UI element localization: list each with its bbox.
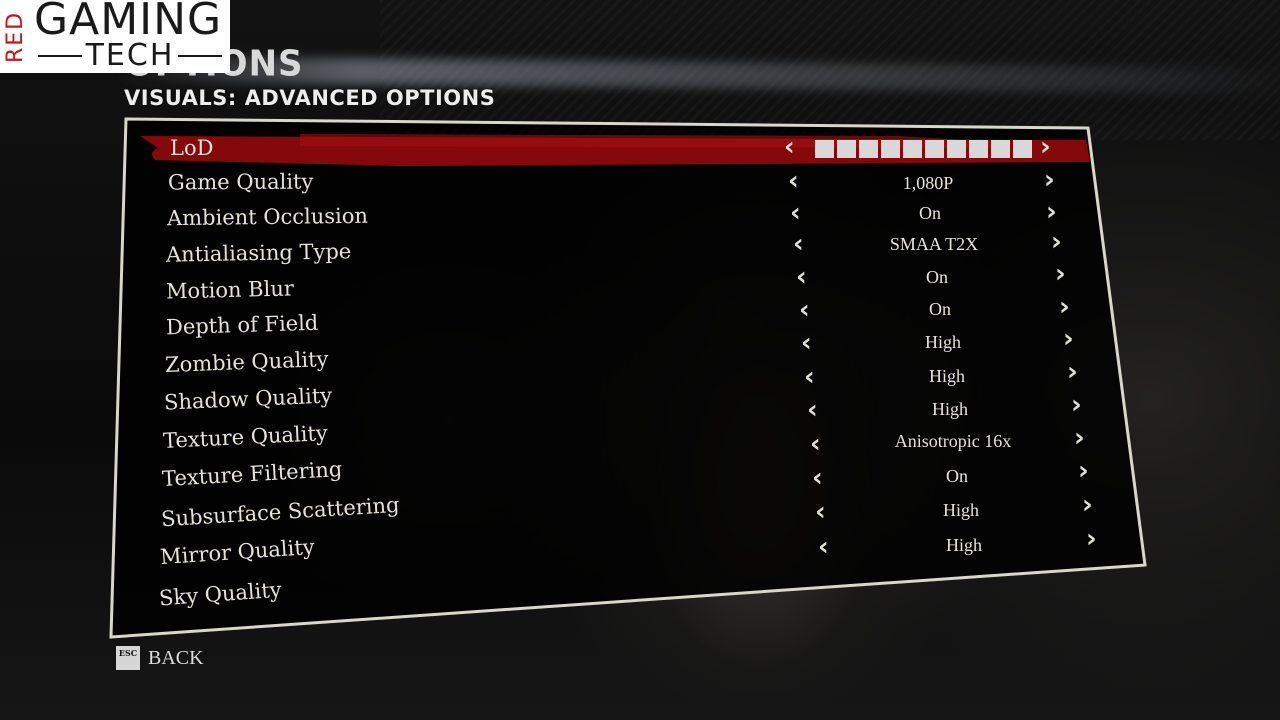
chevron-right-icon[interactable]: ›: [1086, 526, 1097, 552]
setting-value: High: [932, 399, 968, 419]
lod-segment: [837, 140, 856, 158]
menu-subtitle: VISUALS: ADVANCED OPTIONS: [124, 86, 496, 110]
chevron-right-icon[interactable]: ›: [1051, 229, 1062, 255]
setting-value: On: [926, 267, 948, 287]
chevron-left-icon[interactable]: ‹: [799, 297, 810, 323]
chevron-right-icon[interactable]: ›: [1078, 458, 1089, 484]
setting-value: High: [943, 500, 979, 520]
chevron-left-icon[interactable]: ‹: [812, 465, 823, 491]
chevron-right-icon[interactable]: ›: [1059, 294, 1070, 320]
setting-value: On: [919, 203, 941, 223]
chevron-right-icon[interactable]: ›: [1044, 167, 1055, 193]
lod-segment: [903, 140, 922, 158]
logo-red-text: RED: [3, 10, 28, 63]
setting-label[interactable]: Depth of Field: [166, 311, 319, 340]
chevron-right-icon[interactable]: ›: [1046, 199, 1057, 225]
setting-value: On: [929, 299, 951, 319]
chevron-left-icon[interactable]: ‹: [784, 134, 795, 160]
chevron-left-icon[interactable]: ‹: [793, 231, 804, 257]
back-label: BACK: [148, 646, 204, 669]
chevron-left-icon[interactable]: ‹: [788, 168, 799, 194]
setting-label[interactable]: Motion Blur: [166, 276, 294, 303]
lod-segment: [881, 140, 900, 158]
chevron-right-icon[interactable]: ›: [1067, 359, 1078, 385]
lod-segment: [991, 140, 1010, 158]
lod-slider[interactable]: [815, 140, 1032, 158]
logo-line-right: [178, 55, 222, 57]
chevron-right-icon[interactable]: ›: [1082, 492, 1093, 518]
chevron-right-icon[interactable]: ›: [1074, 425, 1085, 451]
setting-value: 1,080P: [902, 173, 954, 193]
lod-segment: [947, 140, 966, 158]
setting-value: On: [946, 466, 968, 486]
setting-value: SMAA T2X: [889, 234, 979, 254]
character-head: [690, 270, 770, 360]
setting-label[interactable]: Ambient Occlusion: [167, 204, 368, 230]
setting-label[interactable]: LoD: [170, 136, 213, 160]
setting-value: Anisotropic 16x: [894, 431, 1012, 451]
lod-segment: [815, 140, 834, 158]
chevron-right-icon[interactable]: ›: [1071, 392, 1082, 418]
setting-label[interactable]: Game Quality: [168, 170, 313, 195]
chevron-left-icon[interactable]: ‹: [796, 264, 807, 290]
chevron-right-icon[interactable]: ›: [1063, 326, 1074, 352]
chevron-left-icon[interactable]: ‹: [804, 364, 815, 390]
chevron-left-icon[interactable]: ‹: [801, 330, 812, 356]
lod-segment: [1013, 140, 1032, 158]
chevron-right-icon[interactable]: ›: [1040, 134, 1051, 160]
esc-key-icon: ESC: [116, 646, 140, 670]
chevron-left-icon[interactable]: ‹: [790, 200, 801, 226]
back-button[interactable]: ESC BACK: [116, 646, 204, 670]
setting-value: High: [929, 366, 965, 386]
setting-value: High: [925, 332, 961, 352]
chevron-right-icon[interactable]: ›: [1055, 261, 1066, 287]
lod-segment: [969, 140, 988, 158]
setting-value: High: [946, 535, 982, 555]
chevron-left-icon[interactable]: ‹: [810, 431, 821, 457]
lod-segment: [859, 140, 878, 158]
watermark-logo: RED GAMING TECH: [0, 0, 230, 73]
lod-segment: [925, 140, 944, 158]
setting-label[interactable]: Antialiasing Type: [166, 239, 352, 266]
chevron-left-icon[interactable]: ‹: [807, 397, 818, 423]
chevron-left-icon[interactable]: ‹: [815, 499, 826, 525]
chevron-left-icon[interactable]: ‹: [818, 534, 829, 560]
